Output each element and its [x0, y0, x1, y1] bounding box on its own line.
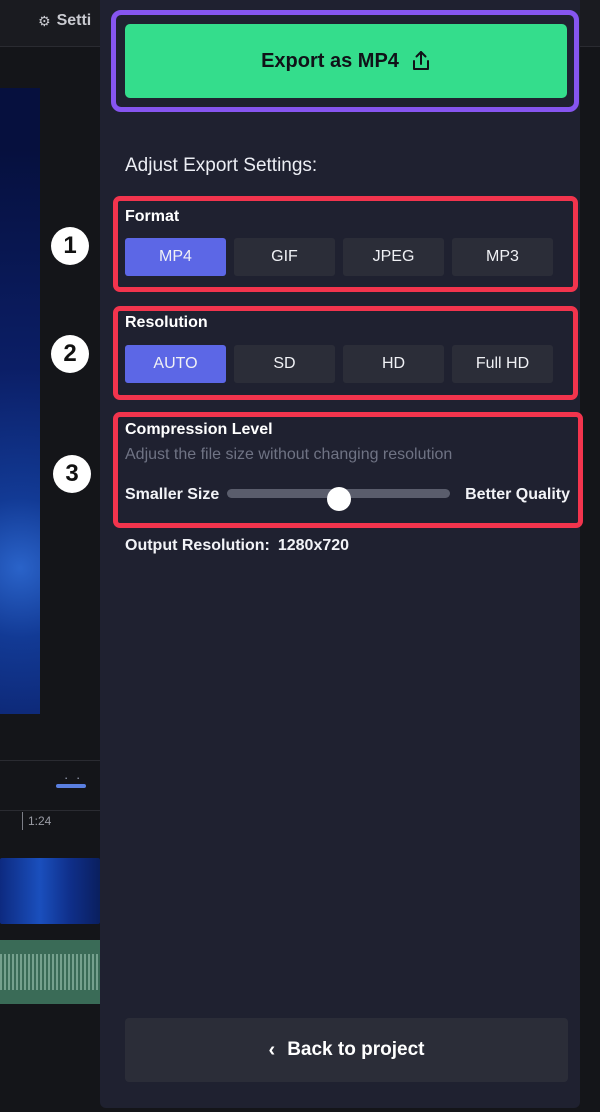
audio-track[interactable]: [0, 940, 100, 1004]
back-to-project-button[interactable]: ‹ Back to project: [125, 1018, 568, 1082]
compression-highlight-frame: [113, 412, 583, 528]
chevron-left-icon: ‹: [268, 1038, 276, 1061]
timeline-ruler: [0, 810, 100, 811]
video-track[interactable]: [0, 858, 100, 924]
back-button-label: Back to project: [287, 1039, 425, 1060]
output-resolution-label: Output Resolution:: [125, 537, 270, 554]
output-resolution-value: 1280x720: [277, 537, 350, 554]
audio-waveform: [0, 954, 100, 990]
gear-icon: ⚙: [38, 13, 51, 29]
settings-tab[interactable]: ⚙ Setti: [38, 12, 91, 30]
split-icon[interactable]: · ·: [56, 770, 86, 802]
settings-title: Adjust Export Settings:: [125, 155, 318, 176]
annotation-badge-1: 1: [51, 227, 89, 265]
format-highlight-frame: [113, 196, 578, 292]
settings-tab-label: Setti: [56, 12, 92, 29]
resolution-highlight-frame: [113, 306, 578, 400]
video-preview: [0, 88, 40, 714]
timeline-time-label: 1:24: [28, 814, 52, 828]
export-highlight-frame: [111, 10, 579, 112]
output-resolution: Output Resolution: 1280x720: [125, 537, 349, 555]
annotation-badge-3: 3: [53, 455, 91, 493]
playhead-tick: [22, 812, 23, 830]
timeline-divider: [0, 760, 100, 761]
annotation-badge-2: 2: [51, 335, 89, 373]
